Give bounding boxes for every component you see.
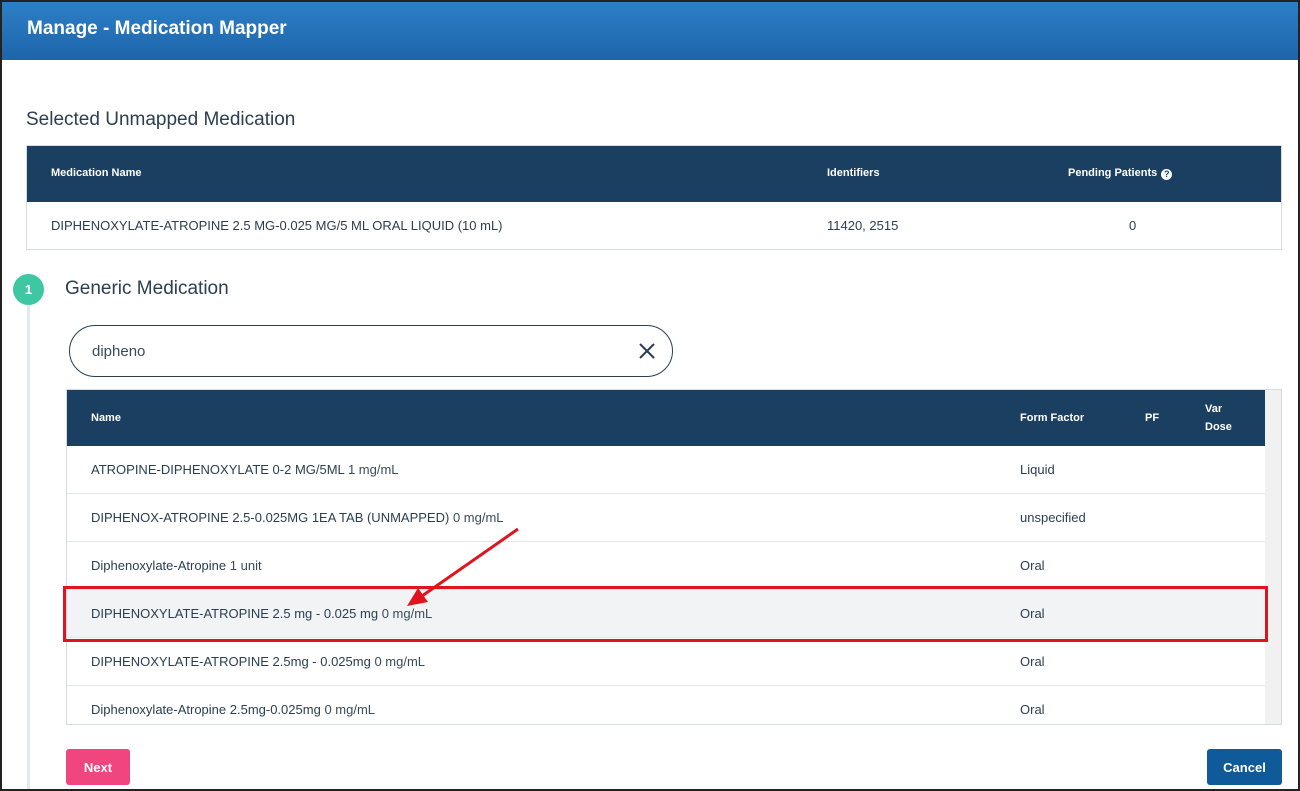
table-scrollbar[interactable] bbox=[1265, 390, 1281, 724]
table-row[interactable]: Diphenoxylate-Atropine 2.5mg-0.025mg 0 m… bbox=[67, 686, 1265, 724]
search-box bbox=[69, 325, 673, 377]
page-header: Manage - Medication Mapper bbox=[2, 2, 1298, 60]
selected-med-pending: 0 bbox=[1129, 218, 1137, 233]
med-dose: 0 mg/mL bbox=[374, 654, 426, 669]
med-name: DIPHENOX-ATROPINE 2.5-0.025MG 1EA TAB (U… bbox=[91, 510, 450, 525]
col-var[interactable]: Var bbox=[1205, 403, 1222, 415]
app-window: Manage - Medication Mapper Selected Unma… bbox=[0, 0, 1300, 791]
next-button[interactable]: Next bbox=[66, 749, 130, 785]
selected-medication-row: DIPHENOXYLATE-ATROPINE 2.5 MG-0.025 MG/5… bbox=[27, 202, 1281, 249]
row-name: DIPHENOXYLATE-ATROPINE 2.5 mg - 0.025 mg… bbox=[91, 606, 432, 621]
table-row[interactable]: DIPHENOX-ATROPINE 2.5-0.025MG 1EA TAB (U… bbox=[67, 494, 1265, 542]
selected-section-title: Selected Unmapped Medication bbox=[26, 109, 296, 130]
col-identifiers: Identifiers bbox=[827, 167, 880, 179]
close-icon[interactable] bbox=[636, 340, 658, 362]
med-dose: 1 mg/mL bbox=[347, 462, 399, 477]
table-row[interactable]: DIPHENOXYLATE-ATROPINE 2.5mg - 0.025mg 0… bbox=[67, 638, 1265, 686]
selected-med-identifiers: 11420, 2515 bbox=[827, 218, 899, 233]
table-row-selected[interactable]: DIPHENOXYLATE-ATROPINE 2.5 mg - 0.025 mg… bbox=[67, 590, 1265, 638]
step-connector bbox=[27, 304, 30, 789]
col-dose[interactable]: Dose bbox=[1205, 421, 1232, 433]
selected-medication-table: Medication Name Identifiers Pending Pati… bbox=[26, 145, 1282, 250]
row-form-factor: Liquid bbox=[1020, 462, 1055, 477]
generic-table-body: ATROPINE-DIPHENOXYLATE 0-2 MG/5ML 1 mg/m… bbox=[67, 446, 1265, 724]
generic-medication-table: Name Form Factor PF Var Dose ATROPINE-DI… bbox=[66, 389, 1282, 725]
med-name: Diphenoxylate-Atropine bbox=[91, 558, 227, 573]
row-name: ATROPINE-DIPHENOXYLATE 0-2 MG/5ML 1 mg/m… bbox=[91, 462, 399, 477]
row-form-factor: Oral bbox=[1020, 558, 1045, 573]
row-name: Diphenoxylate-Atropine 1 unit bbox=[91, 558, 262, 573]
table-row[interactable]: ATROPINE-DIPHENOXYLATE 0-2 MG/5ML 1 mg/m… bbox=[67, 446, 1265, 494]
generic-section-title: Generic Medication bbox=[65, 278, 229, 299]
step-number-badge: 1 bbox=[13, 274, 44, 305]
med-dose: 0 mg/mL bbox=[324, 702, 376, 717]
col-name[interactable]: Name bbox=[91, 412, 121, 424]
med-name: DIPHENOXYLATE-ATROPINE 2.5mg - 0.025mg bbox=[91, 654, 371, 669]
selected-table-header: Medication Name Identifiers Pending Pati… bbox=[27, 146, 1281, 202]
help-icon[interactable]: ? bbox=[1161, 169, 1173, 180]
search-input[interactable] bbox=[92, 340, 612, 362]
med-name: DIPHENOXYLATE-ATROPINE 2.5 mg - 0.025 mg bbox=[91, 606, 379, 621]
col-form-factor[interactable]: Form Factor bbox=[1020, 412, 1084, 424]
med-dose: 0 mg/mL bbox=[452, 510, 504, 525]
row-form-factor: unspecified bbox=[1020, 510, 1086, 525]
row-name: DIPHENOX-ATROPINE 2.5-0.025MG 1EA TAB (U… bbox=[91, 510, 504, 525]
row-form-factor: Oral bbox=[1020, 606, 1045, 621]
row-name: DIPHENOXYLATE-ATROPINE 2.5mg - 0.025mg 0… bbox=[91, 654, 425, 669]
table-row[interactable]: Diphenoxylate-Atropine 1 unit Oral bbox=[67, 542, 1265, 590]
selected-med-name: DIPHENOXYLATE-ATROPINE 2.5 MG-0.025 MG/5… bbox=[51, 218, 503, 233]
med-name: Diphenoxylate-Atropine 2.5mg-0.025mg bbox=[91, 702, 321, 717]
generic-table-header: Name Form Factor PF Var Dose bbox=[67, 390, 1265, 446]
col-medication-name: Medication Name bbox=[51, 167, 142, 179]
med-dose: 1 unit bbox=[229, 558, 262, 573]
row-name: Diphenoxylate-Atropine 2.5mg-0.025mg 0 m… bbox=[91, 702, 375, 717]
med-dose: 0 mg/mL bbox=[381, 606, 433, 621]
med-name: ATROPINE-DIPHENOXYLATE 0-2 MG/5ML bbox=[91, 462, 345, 477]
col-pf[interactable]: PF bbox=[1145, 412, 1159, 424]
col-pending-patients: Pending Patients? bbox=[1068, 167, 1173, 180]
col-pending-label: Pending Patients bbox=[1068, 167, 1158, 179]
cancel-button[interactable]: Cancel bbox=[1207, 749, 1282, 785]
page-title: Manage - Medication Mapper bbox=[27, 18, 287, 39]
row-form-factor: Oral bbox=[1020, 702, 1045, 717]
row-form-factor: Oral bbox=[1020, 654, 1045, 669]
